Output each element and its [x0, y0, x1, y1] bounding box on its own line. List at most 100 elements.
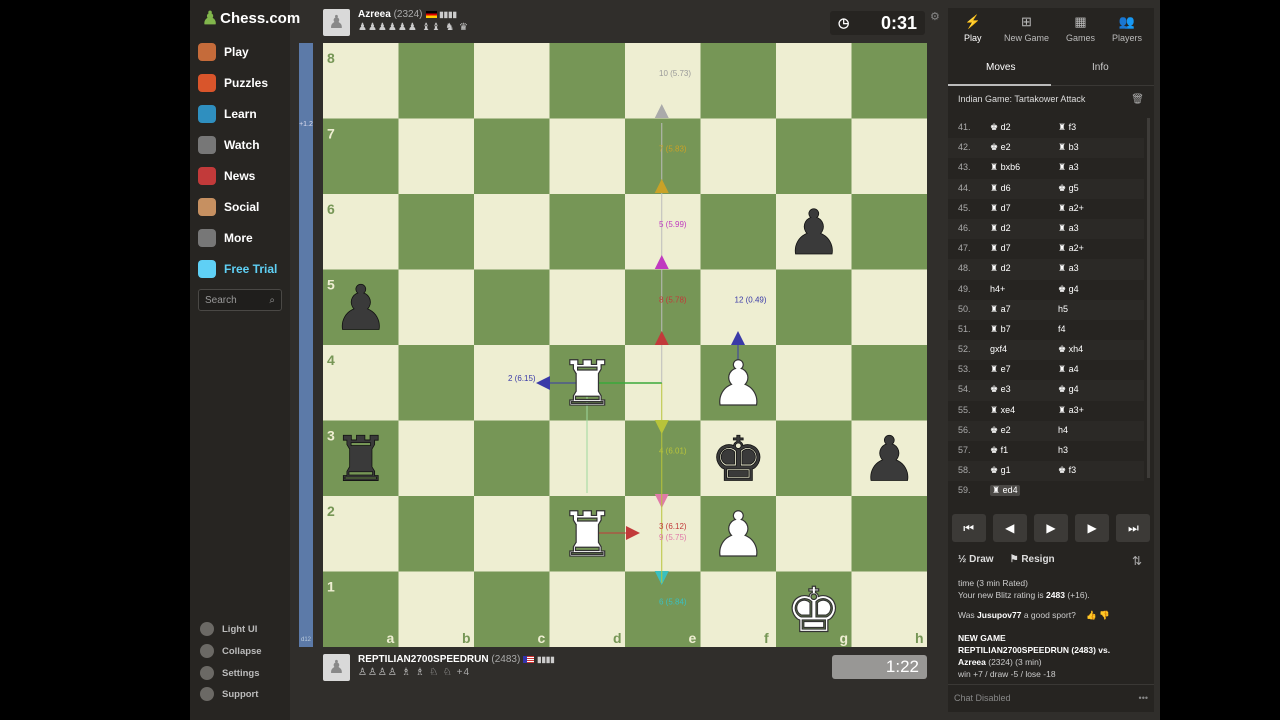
square-d7[interactable]: [549, 118, 626, 195]
black-move[interactable]: ♚ f3: [1058, 465, 1076, 476]
square-g2[interactable]: [776, 496, 852, 572]
white-piece-d2[interactable]: ♜: [559, 497, 616, 571]
square-h4[interactable]: [851, 345, 928, 421]
square-f6[interactable]: [700, 194, 777, 270]
search-input[interactable]: Search ⌕: [198, 289, 282, 311]
square-b7[interactable]: [398, 118, 475, 195]
top-player-name-line[interactable]: Azreea (2324) ▮▮▮▮: [358, 9, 469, 20]
black-move[interactable]: ♜ f3: [1058, 122, 1076, 133]
square-b6[interactable]: [398, 194, 475, 270]
black-move[interactable]: h3: [1058, 445, 1068, 455]
top-player-name[interactable]: Azreea: [358, 9, 391, 20]
white-move[interactable]: ♜ d2: [990, 223, 1011, 234]
white-move[interactable]: ♚ d2: [990, 122, 1011, 133]
white-piece-f2[interactable]: ♟: [710, 497, 767, 571]
white-piece-g1[interactable]: ♚: [785, 573, 842, 647]
square-b3[interactable]: [398, 420, 475, 497]
sidebar-item-free-trial[interactable]: Free Trial: [198, 258, 277, 280]
square-h5[interactable]: [851, 269, 928, 346]
first-move-button[interactable]: ⏮: [951, 514, 986, 542]
chat-input[interactable]: Chat Disabled •••: [948, 684, 1154, 712]
bottom-player-name[interactable]: REPTILIAN2700SPEEDRUN: [358, 654, 489, 665]
black-move[interactable]: f4: [1058, 324, 1066, 334]
play-button[interactable]: ▶: [1033, 514, 1068, 542]
more-options-icon[interactable]: •••: [1139, 693, 1148, 704]
chess-board[interactable]: 8 7 6 5 4 3 2 1 a b c d e f g h 10 (5.73) 7 (5.83) 5 (5.99…: [323, 43, 927, 647]
white-piece-d4[interactable]: ♜: [559, 346, 616, 420]
square-d8[interactable]: [549, 43, 626, 119]
square-c6[interactable]: [474, 194, 550, 270]
sidebar-item-play[interactable]: Play: [198, 41, 249, 63]
sidebar-item-news[interactable]: News: [198, 165, 255, 187]
square-g3[interactable]: [776, 420, 852, 497]
avatar[interactable]: ♟: [323, 654, 350, 681]
search-icon[interactable]: ⌕: [269, 295, 275, 306]
board-settings-gear-icon[interactable]: ⚙: [930, 10, 940, 23]
white-move[interactable]: ♜ d6: [990, 183, 1011, 194]
white-move[interactable]: ♚ e2: [990, 425, 1011, 436]
white-move[interactable]: ♚ e3: [990, 384, 1011, 395]
bottom-player-name-line[interactable]: REPTILIAN2700SPEEDRUN (2483) ▮▮▮▮: [358, 654, 555, 665]
black-move[interactable]: ♜ a2+: [1058, 243, 1084, 254]
footer-item-settings[interactable]: Settings: [200, 666, 259, 680]
thumbs-up-icon[interactable]: 👍: [1086, 610, 1097, 620]
black-move[interactable]: h5: [1058, 304, 1068, 314]
thumbs-down-icon[interactable]: 👎: [1099, 610, 1110, 620]
tab-info[interactable]: Info: [1092, 62, 1109, 73]
black-move[interactable]: h4: [1058, 425, 1068, 435]
black-move[interactable]: ♜ a3: [1058, 223, 1079, 234]
footer-item-light-ui[interactable]: Light UI: [200, 622, 257, 636]
last-move-button[interactable]: ⏭: [1116, 514, 1151, 542]
white-move[interactable]: ♚ e2: [990, 142, 1011, 153]
square-c8[interactable]: [474, 43, 550, 119]
black-move[interactable]: ♜ a3+: [1058, 405, 1084, 416]
square-h6[interactable]: [851, 194, 928, 270]
sidebar-item-watch[interactable]: Watch: [198, 134, 260, 156]
white-move[interactable]: ♚ g1: [990, 465, 1011, 476]
sidebar-item-social[interactable]: Social: [198, 196, 259, 218]
white-move[interactable]: ♜ d2: [990, 263, 1011, 274]
sidebar-item-more[interactable]: More: [198, 227, 253, 249]
white-move[interactable]: h4+: [990, 284, 1005, 294]
black-move[interactable]: ♜ a3: [1058, 263, 1079, 274]
avatar[interactable]: ♟: [323, 9, 350, 36]
board-svg[interactable]: 87654321a b c d e f g h10 (5.73)7 (5.83)5 (5.99…: [323, 43, 927, 647]
square-g7[interactable]: [776, 118, 852, 195]
black-piece-a3[interactable]: ♜: [333, 422, 389, 496]
white-piece-f4[interactable]: ♟: [710, 346, 767, 420]
draw-button[interactable]: ½ Draw: [958, 554, 994, 565]
white-move[interactable]: ♜ a7: [990, 304, 1011, 315]
black-move[interactable]: ♜ b3: [1058, 142, 1079, 153]
white-move[interactable]: ♜ d7: [990, 243, 1011, 254]
sidebar-item-puzzles[interactable]: Puzzles: [198, 72, 268, 94]
sidebar-item-learn[interactable]: Learn: [198, 103, 257, 125]
footer-item-support[interactable]: Support: [200, 687, 258, 701]
black-move[interactable]: ♚ xh4: [1058, 344, 1083, 355]
black-piece-h3[interactable]: ♟: [861, 422, 917, 496]
square-f7[interactable]: [700, 118, 777, 195]
white-move[interactable]: ♜ d7: [990, 203, 1011, 214]
square-g8[interactable]: [776, 43, 852, 119]
tab-players[interactable]: 👥 Players: [1112, 14, 1142, 43]
black-piece-f3[interactable]: ♚: [710, 422, 766, 496]
white-move[interactable]: gxf4: [990, 344, 1007, 354]
square-b8[interactable]: [398, 43, 475, 119]
square-h7[interactable]: [851, 118, 928, 195]
white-move[interactable]: ♜ b7: [990, 324, 1011, 335]
white-move[interactable]: ♚ f1: [990, 445, 1008, 456]
chat-username[interactable]: Jusupov77: [977, 610, 1021, 620]
black-move[interactable]: ♜ a3: [1058, 162, 1079, 173]
move-list[interactable]: 41. ♚ d2 ♜ f3 42. ♚ e2 ♜ b3 43. ♜ bxb6 ♜ a3 44. ♜ …: [948, 118, 1144, 502]
square-b2[interactable]: [398, 496, 475, 572]
white-move[interactable]: ♜ xe4: [990, 405, 1015, 416]
white-move[interactable]: ♜ e7: [990, 364, 1011, 375]
white-move[interactable]: ♜ bxb6: [990, 162, 1020, 173]
square-f8[interactable]: [700, 43, 777, 119]
black-piece-a5[interactable]: ♟: [333, 271, 389, 345]
previous-move-button[interactable]: ◀: [992, 514, 1027, 542]
footer-item-collapse[interactable]: Collapse: [200, 644, 262, 658]
square-d5[interactable]: [549, 269, 626, 346]
square-c2[interactable]: [474, 496, 550, 572]
black-move[interactable]: ♚ g4: [1058, 284, 1079, 295]
tab-moves[interactable]: Moves: [986, 62, 1015, 73]
